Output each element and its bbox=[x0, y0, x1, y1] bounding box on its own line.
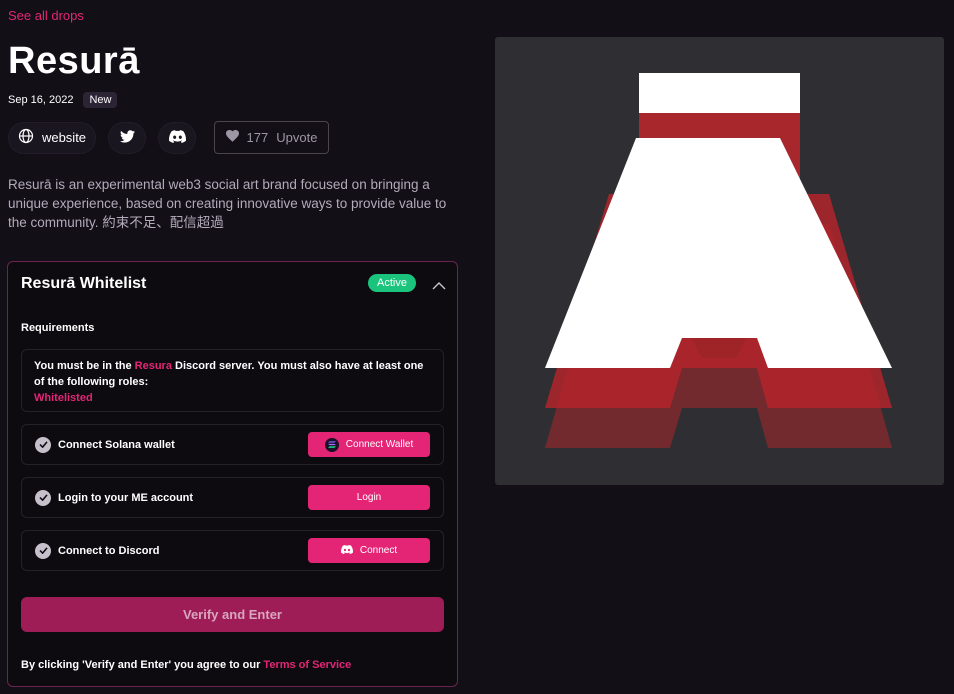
status-badge: Active bbox=[368, 274, 416, 292]
check-icon bbox=[35, 542, 51, 559]
connect-wallet-button[interactable]: Connect Wallet bbox=[308, 432, 430, 457]
page-title: Resurā bbox=[8, 40, 140, 82]
resura-logo-image bbox=[545, 73, 892, 448]
connect-discord-button[interactable]: Connect bbox=[308, 538, 430, 563]
solana-icon bbox=[324, 437, 339, 452]
discord-icon bbox=[340, 544, 353, 557]
required-role: Whitelisted bbox=[34, 392, 93, 404]
drop-artwork bbox=[495, 37, 944, 485]
login-row: Login to your ME account Login bbox=[21, 477, 444, 518]
requirements-label: Requirements bbox=[21, 322, 95, 334]
drop-date: Sep 16, 2022 bbox=[8, 94, 74, 106]
terms-notice: By clicking 'Verify and Enter' you agree… bbox=[21, 659, 351, 671]
requirement-text-start: You must be in the bbox=[34, 360, 135, 372]
meta-row: Sep 16, 2022 New bbox=[8, 92, 118, 108]
discord-server-link[interactable]: Resura bbox=[135, 360, 172, 372]
login-button[interactable]: Login bbox=[308, 485, 430, 510]
drop-description: Resurā is an experimental web3 social ar… bbox=[8, 177, 447, 230]
globe-icon bbox=[18, 128, 34, 147]
social-links: website 177 Upvote bbox=[8, 121, 329, 154]
upvote-count: 177 bbox=[246, 130, 269, 145]
connect-discord-row: Connect to Discord Connect bbox=[21, 530, 444, 571]
connect-wallet-row: Connect Solana wallet Connect Wallet bbox=[21, 424, 444, 465]
twitter-button[interactable] bbox=[108, 121, 146, 154]
new-badge: New bbox=[83, 92, 118, 108]
check-icon bbox=[35, 436, 51, 453]
upvote-button[interactable]: 177 Upvote bbox=[214, 121, 329, 154]
connect-wallet-label: Connect Wallet bbox=[345, 439, 414, 450]
row-label: Connect Solana wallet bbox=[58, 438, 175, 451]
terms-prefix: By clicking 'Verify and Enter' you agree… bbox=[21, 659, 264, 671]
discord-button[interactable] bbox=[158, 121, 196, 154]
website-label: website bbox=[41, 130, 87, 145]
verify-and-enter-button[interactable]: Verify and Enter bbox=[21, 597, 444, 632]
upvote-label: Upvote bbox=[276, 130, 318, 145]
panel-title: Resurā Whitelist bbox=[21, 275, 147, 292]
login-label: Login bbox=[356, 492, 382, 503]
chevron-up-icon[interactable] bbox=[432, 277, 446, 295]
connect-discord-label: Connect bbox=[359, 545, 398, 556]
heart-icon bbox=[225, 130, 239, 145]
row-label: Connect to Discord bbox=[58, 544, 160, 557]
row-label: Login to your ME account bbox=[58, 491, 194, 504]
whitelist-panel: Resurā Whitelist Active Requirements You… bbox=[7, 261, 458, 687]
website-button[interactable]: website bbox=[8, 121, 96, 154]
terms-of-service-link[interactable]: Terms of Service bbox=[263, 659, 351, 671]
requirements-box: You must be in the Resura Discord server… bbox=[21, 349, 444, 412]
discord-icon bbox=[168, 129, 186, 146]
check-icon bbox=[35, 489, 51, 506]
see-all-drops-link[interactable]: See all drops bbox=[8, 8, 84, 23]
twitter-icon bbox=[119, 129, 135, 146]
